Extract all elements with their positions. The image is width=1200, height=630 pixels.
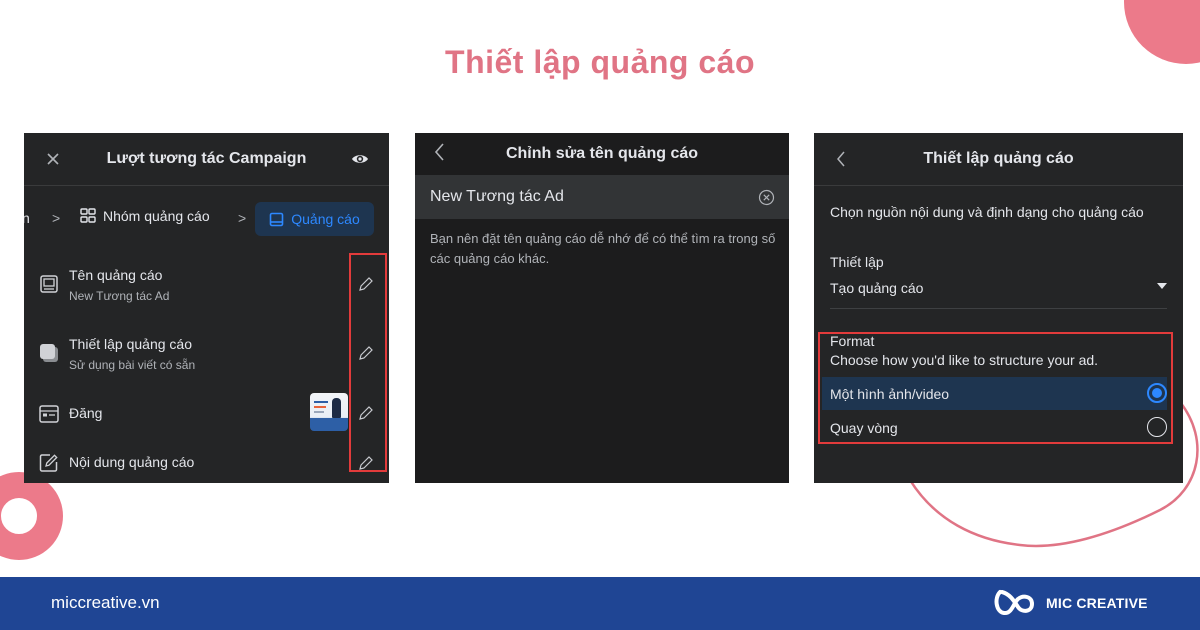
panel-title: Thiết lập quảng cáo	[923, 150, 1074, 167]
breadcrumb: n > Nhóm quảng cáo > Quảng cáo	[24, 186, 389, 252]
row-title: Đăng	[69, 405, 103, 421]
setup-dropdown[interactable]: Tạo quảng cáo	[830, 280, 1167, 296]
help-text: Bạn nên đặt tên quảng cáo dễ nhớ để có t…	[430, 231, 776, 266]
grid-icon	[80, 208, 96, 223]
breadcrumb-ad-active[interactable]: Quảng cáo	[255, 202, 374, 236]
ad-setup-icon	[40, 344, 58, 362]
brand: MIC CREATIVE	[992, 588, 1148, 618]
panel-title: Lượt tương tác Campaign	[106, 150, 307, 167]
edit-content-icon	[39, 454, 58, 472]
clear-icon[interactable]	[758, 189, 775, 206]
site-url[interactable]: miccreative.vn	[51, 593, 160, 613]
ad-name-value: New Tương tác Ad	[430, 188, 564, 205]
highlight-box-format	[818, 332, 1173, 444]
decorative-ring	[0, 472, 63, 560]
breadcrumb-adset[interactable]: Nhóm quảng cáo	[80, 208, 210, 224]
panel-title: Chỉnh sửa tên quảng cáo	[505, 145, 699, 162]
edit-ad-name-panel: Chỉnh sửa tên quảng cáo New Tương tác Ad…	[415, 133, 789, 483]
ad-icon	[269, 212, 284, 226]
chevron-right-icon: >	[52, 210, 61, 226]
panel-header: Lượt tương tác Campaign	[24, 133, 389, 186]
divider	[830, 308, 1167, 309]
row-title: Tên quảng cáo	[69, 267, 163, 283]
row-subtitle: New Tương tác Ad	[69, 289, 170, 303]
row-title: Nội dung quảng cáo	[69, 454, 195, 470]
setup-dropdown-value: Tạo quảng cáo	[830, 280, 924, 296]
breadcrumb-ad-label: Quảng cáo	[291, 211, 360, 227]
caret-down-icon	[1157, 283, 1167, 289]
row-title: Thiết lập quảng cáo	[69, 336, 192, 352]
panel-header: Thiết lập quảng cáo	[814, 133, 1183, 186]
brand-name: MIC CREATIVE	[1046, 595, 1148, 611]
ad-name-input[interactable]: New Tương tác Ad	[415, 175, 789, 219]
ad-name-icon	[40, 275, 58, 293]
row-subtitle: Sử dụng bài viết có sẵn	[69, 358, 196, 372]
post-icon	[39, 405, 59, 423]
brand-logo-icon	[994, 590, 1035, 615]
footer-bar: miccreative.vn MIC CREATIVE	[0, 577, 1200, 630]
ad-setup-panel: Thiết lập quảng cáo Chọn nguồn nội dung …	[814, 133, 1183, 483]
ad-overview-panel: Lượt tương tác Campaign n > Nhóm quảng c…	[24, 133, 389, 483]
setup-label: Thiết lập	[830, 254, 884, 270]
post-thumbnail[interactable]	[310, 393, 348, 431]
setup-description: Chọn nguồn nội dung và định dạng cho quả…	[830, 204, 1144, 220]
eye-icon[interactable]	[349, 148, 371, 170]
panel-header: Chỉnh sửa tên quảng cáo	[415, 133, 789, 175]
breadcrumb-campaign[interactable]: n	[24, 210, 30, 226]
highlight-box-edit-icons	[349, 253, 387, 472]
chevron-right-icon: >	[238, 210, 247, 226]
breadcrumb-adset-label: Nhóm quảng cáo	[103, 208, 210, 224]
page-title: Thiết lập quảng cáo	[445, 44, 755, 80]
